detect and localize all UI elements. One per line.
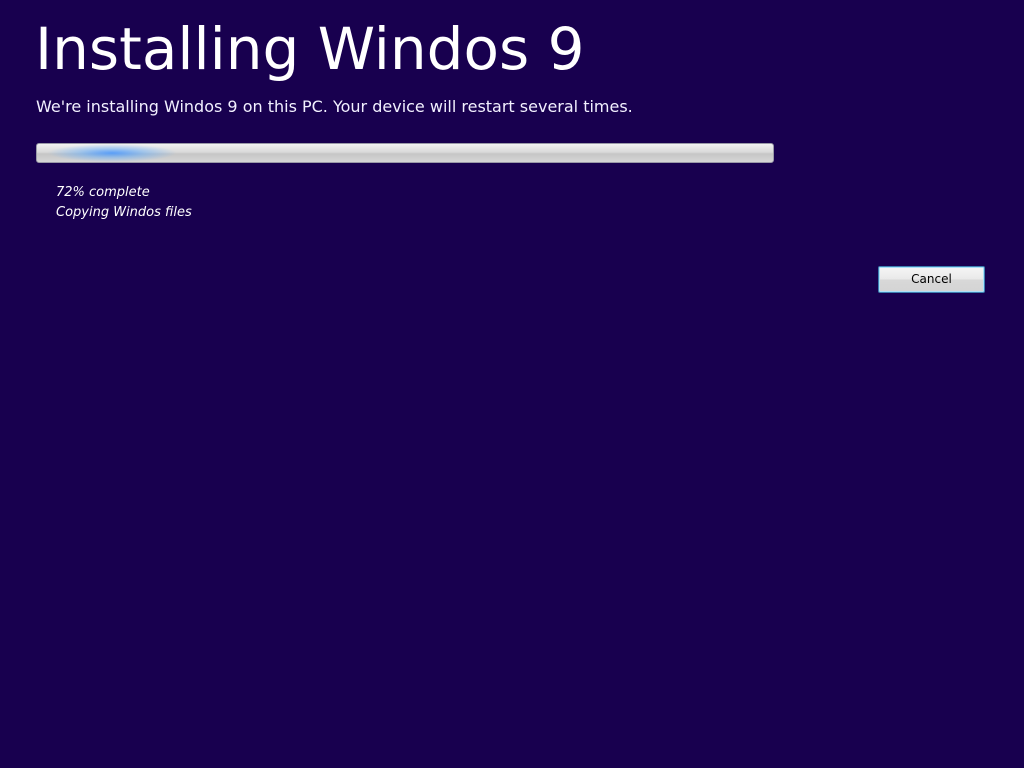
page-subtitle: We're installing Windos 9 on this PC. Yo… — [36, 97, 633, 116]
progress-bar — [36, 143, 774, 163]
percent-complete: 72% complete — [56, 185, 150, 200]
current-step: Copying Windos files — [56, 205, 192, 220]
status-text: 72% complete Copying Windos files — [56, 183, 192, 223]
progress-indicator — [47, 144, 177, 162]
cancel-button[interactable]: Cancel — [878, 266, 985, 293]
page-title: Installing Windos 9 — [35, 15, 585, 83]
